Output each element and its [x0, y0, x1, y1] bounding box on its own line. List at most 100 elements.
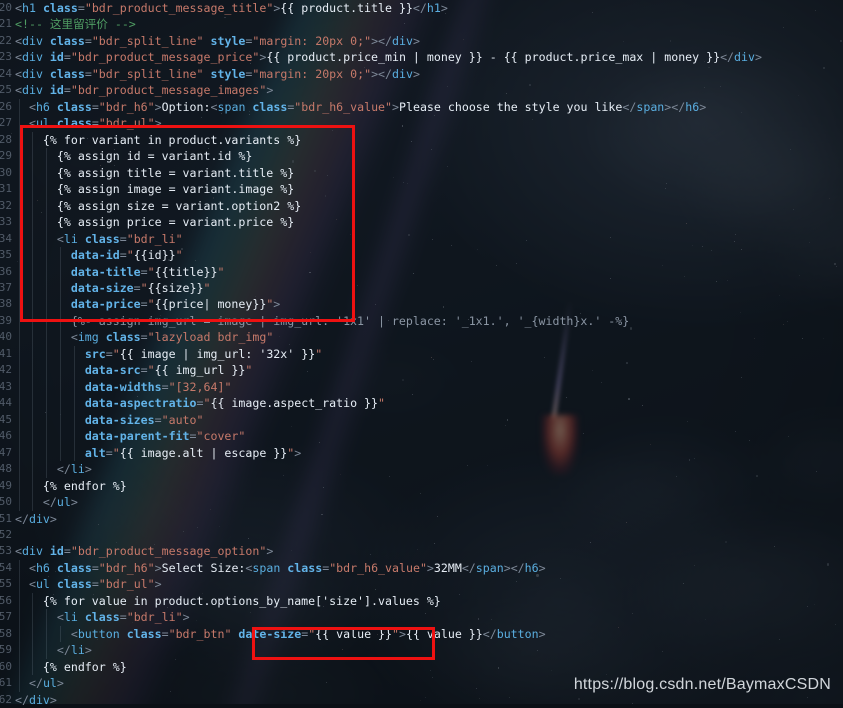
indent-guide	[19, 626, 20, 642]
code-line-text: data-parent-fit="cover"	[15, 428, 843, 444]
indent-guide	[19, 329, 20, 345]
code-line-text: data-aspectratio="{{ image.aspect_ratio …	[15, 395, 843, 411]
code-line[interactable]: 31 {% assign image = variant.image %}	[0, 181, 843, 197]
code-line[interactable]: 56 {% for value in product.options_by_na…	[0, 593, 843, 609]
indent-guide	[32, 296, 33, 312]
code-line[interactable]: 30 {% assign title = variant.title %}	[0, 165, 843, 181]
code-line-text: {% assign size = variant.option2 %}	[15, 198, 843, 214]
code-editor[interactable]: 20<h1 class="bdr_product_message_title">…	[0, 0, 843, 704]
code-line[interactable]: 60 {% endfor %}	[0, 659, 843, 675]
code-line[interactable]: 26 <h6 class="bdr_h6">Option:<span class…	[0, 99, 843, 115]
indent-guide	[60, 412, 61, 428]
indent-guide	[32, 132, 33, 148]
code-line[interactable]: 59 </li>	[0, 642, 843, 658]
code-line[interactable]: 35 data-id="{{id}}"	[0, 247, 843, 263]
code-line[interactable]: 33 {% assign price = variant.price %}	[0, 214, 843, 230]
indent-guide	[60, 379, 61, 395]
indent-guide	[32, 626, 33, 642]
line-number: 34	[0, 231, 15, 247]
indent-guide	[46, 412, 47, 428]
line-number: 41	[0, 346, 15, 362]
code-line[interactable]: 39 {%- assign img_url = image | img_url:…	[0, 313, 843, 329]
code-line[interactable]: 50 </ul>	[0, 494, 843, 510]
indent-guide	[74, 445, 75, 461]
indent-guide	[19, 99, 20, 115]
indent-guide	[46, 296, 47, 312]
code-line[interactable]: 25<div id="bdr_product_message_images">	[0, 82, 843, 98]
indent-guide	[32, 214, 33, 230]
code-line[interactable]: 32 {% assign size = variant.option2 %}	[0, 198, 843, 214]
line-number: 43	[0, 379, 15, 395]
code-line[interactable]: 38 data-price="{{price| money}}">	[0, 296, 843, 312]
indent-guide	[32, 494, 33, 510]
code-line[interactable]: 57 <li class="bdr_li">	[0, 609, 843, 625]
code-line[interactable]: 53<div id="bdr_product_message_option">	[0, 543, 843, 559]
code-line[interactable]: 47 alt="{{ image.alt | escape }}">	[0, 445, 843, 461]
indent-guide	[46, 181, 47, 197]
indent-guide	[46, 428, 47, 444]
indent-guide	[19, 494, 20, 510]
line-number: 29	[0, 148, 15, 164]
code-line-text: data-price="{{price| money}}">	[15, 296, 843, 312]
code-line[interactable]: 37 data-size="{{size}}"	[0, 280, 843, 296]
indent-guide	[19, 181, 20, 197]
code-line[interactable]: 41 src="{{ image | img_url: '32x' }}"	[0, 346, 843, 362]
line-number: 50	[0, 494, 15, 510]
indent-guide	[19, 675, 20, 691]
line-number: 46	[0, 428, 15, 444]
code-line-text: data-title="{{title}}"	[15, 264, 843, 280]
code-line[interactable]: 48 </li>	[0, 461, 843, 477]
indent-guide	[60, 296, 61, 312]
code-line-text: {% endfor %}	[15, 659, 843, 675]
code-line[interactable]: 43 data-widths="[32,64]"	[0, 379, 843, 395]
indent-guide	[32, 231, 33, 247]
indent-guide	[19, 115, 20, 131]
code-line[interactable]: 20<h1 class="bdr_product_message_title">…	[0, 0, 843, 16]
code-line[interactable]: 62</div>	[0, 692, 843, 708]
line-number: 47	[0, 445, 15, 461]
code-line[interactable]: 21<!-- 这里留评价 -->	[0, 16, 843, 32]
code-line[interactable]: 49 {% endfor %}	[0, 478, 843, 494]
line-number: 28	[0, 132, 15, 148]
code-line[interactable]: 22<div class="bdr_split_line" style="mar…	[0, 33, 843, 49]
code-line-text: <div class="bdr_split_line" style="margi…	[15, 33, 843, 49]
code-line-text: <h1 class="bdr_product_message_title">{{…	[15, 0, 843, 16]
indent-guide	[60, 626, 61, 642]
code-line-text: data-size="{{size}}"	[15, 280, 843, 296]
code-line[interactable]: 24<div class="bdr_split_line" style="mar…	[0, 66, 843, 82]
code-line[interactable]: 45 data-sizes="auto"	[0, 412, 843, 428]
indent-guide	[60, 346, 61, 362]
code-line[interactable]: 51</div>	[0, 511, 843, 527]
code-line[interactable]: 58 <button class="bdr_btn" date-size="{{…	[0, 626, 843, 642]
code-line[interactable]: 52	[0, 527, 843, 543]
code-line[interactable]: 27 <ul class="bdr_ul">	[0, 115, 843, 131]
indent-guide	[19, 609, 20, 625]
indent-guide	[60, 362, 61, 378]
code-line-text: alt="{{ image.alt | escape }}">	[15, 445, 843, 461]
indent-guide	[19, 346, 20, 362]
line-number: 40	[0, 329, 15, 345]
code-line[interactable]: 42 data-src="{{ img_url }}"	[0, 362, 843, 378]
code-line[interactable]: 55 <ul class="bdr_ul">	[0, 576, 843, 592]
code-line-text: </div>	[15, 692, 843, 708]
indent-guide	[46, 165, 47, 181]
line-number: 38	[0, 296, 15, 312]
indent-guide	[19, 379, 20, 395]
code-line-text: </ul>	[15, 494, 843, 510]
indent-guide	[32, 280, 33, 296]
code-line[interactable]: 36 data-title="{{title}}"	[0, 264, 843, 280]
code-line-text: {%- assign img_url = image | img_url: '1…	[15, 313, 843, 329]
code-line[interactable]: 28 {% for variant in product.variants %}	[0, 132, 843, 148]
code-line[interactable]: 44 data-aspectratio="{{ image.aspect_rat…	[0, 395, 843, 411]
line-number: 58	[0, 626, 15, 642]
code-line[interactable]: 34 <li class="bdr_li"	[0, 231, 843, 247]
code-line[interactable]: 54 <h6 class="bdr_h6">Select Size:<span …	[0, 560, 843, 576]
line-number: 25	[0, 82, 15, 98]
code-line-text: <div id="bdr_product_message_price">{{ p…	[15, 49, 843, 65]
code-line[interactable]: 46 data-parent-fit="cover"	[0, 428, 843, 444]
indent-guide	[19, 165, 20, 181]
code-line[interactable]: 40 <img class="lazyload bdr_img"	[0, 329, 843, 345]
code-line[interactable]: 29 {% assign id = variant.id %}	[0, 148, 843, 164]
indent-guide	[46, 247, 47, 263]
code-line[interactable]: 23<div id="bdr_product_message_price">{{…	[0, 49, 843, 65]
